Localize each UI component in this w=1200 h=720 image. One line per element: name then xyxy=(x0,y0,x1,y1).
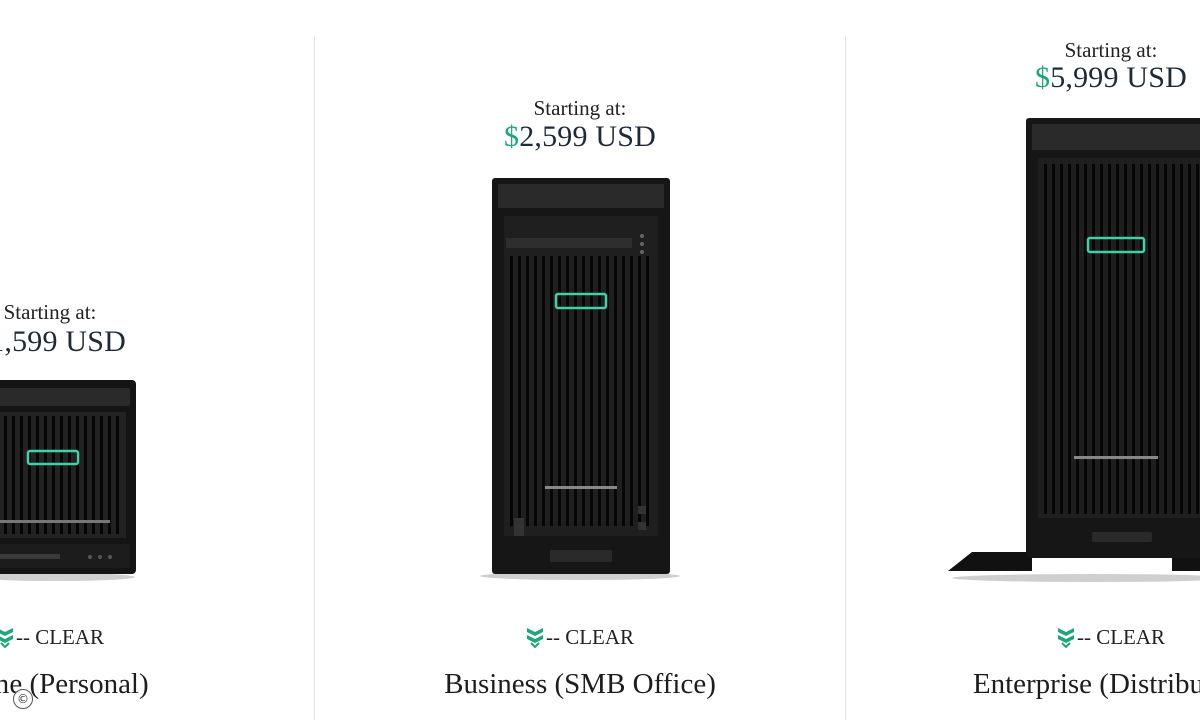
status-row: -- CLEAR xyxy=(315,625,845,650)
price-amount: 1,599 USD xyxy=(0,325,127,358)
plan-card-enterprise[interactable]: Starting at: $5,999 USD -- CLEAR Enterpr… xyxy=(846,0,1200,720)
shield-check-icon xyxy=(1057,628,1074,649)
status-text: -- CLEAR xyxy=(1076,625,1166,649)
shield-check-icon xyxy=(526,628,543,649)
tier-name[interactable]: Enterprise (Distributed) xyxy=(846,668,1200,701)
price: $5,999 USD xyxy=(846,61,1200,95)
price-currency-symbol: $ xyxy=(503,120,520,153)
status-row: -- CLEAR xyxy=(0,625,314,650)
shield-check-icon xyxy=(0,628,13,649)
price-currency-symbol: $ xyxy=(1034,61,1051,94)
copyright-icon[interactable]: © xyxy=(13,689,33,709)
status-text: -- CLEAR xyxy=(545,625,635,649)
starting-label: Starting at: xyxy=(1064,38,1158,62)
plan-card-home[interactable]: Starting at: $1,599 USD xyxy=(0,0,314,720)
tier-name[interactable]: Business (SMB Office) xyxy=(315,668,845,701)
plan-card-business[interactable]: Starting at: $2,599 USD -- CLEAR Busines… xyxy=(315,0,845,720)
starting-label: Starting at: xyxy=(3,300,97,324)
price: $2,599 USD xyxy=(315,120,845,154)
status-text: -- CLEAR xyxy=(15,625,105,649)
tier-name[interactable]: Home (Personal) xyxy=(0,668,314,701)
price: $1,599 USD xyxy=(0,325,314,359)
price-amount: 2,599 USD xyxy=(519,120,657,153)
starting-label: Starting at: xyxy=(533,96,627,120)
price-amount: 5,999 USD xyxy=(1050,61,1188,94)
status-row: -- CLEAR xyxy=(846,625,1200,650)
